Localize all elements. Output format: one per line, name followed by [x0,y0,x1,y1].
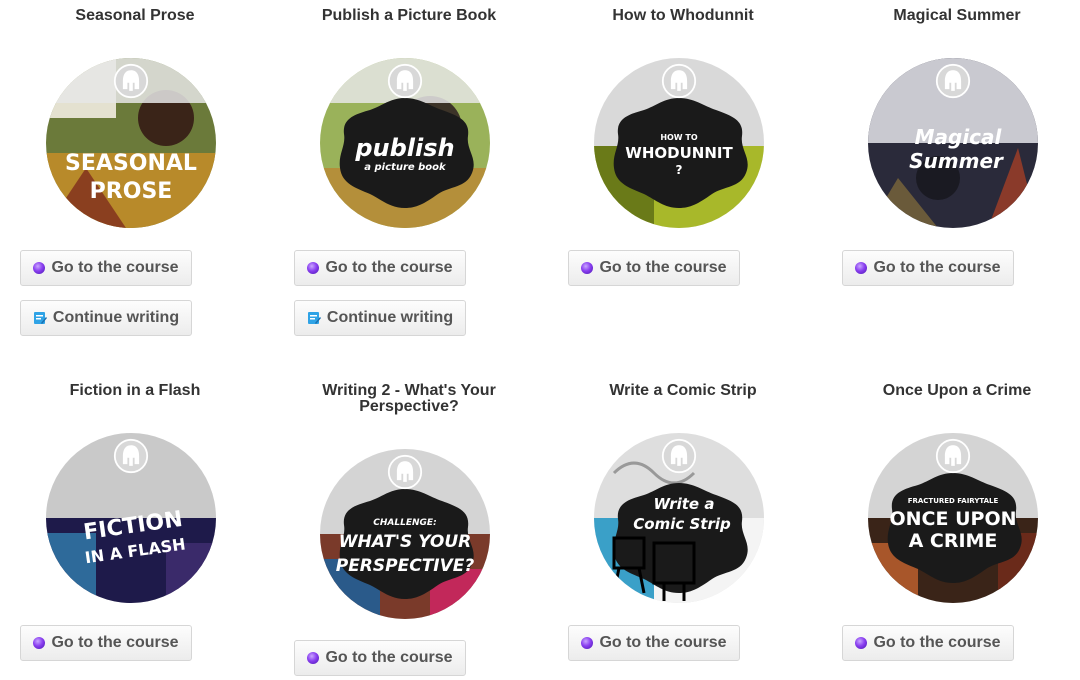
course-badge[interactable]: CHALLENGE: WHAT'S YOUR PERSPECTIVE? [320,449,490,619]
badge-art-text: Summer [909,149,1004,173]
go-to-course-button[interactable]: Go to the course [20,625,192,661]
course-title: Publish a Picture Book [321,7,497,24]
badge-art-text: A CRIME [909,530,998,552]
badge-art-text: Comic Strip [633,515,731,533]
badge-art-text: FRACTURED FAIRYTALE [908,497,999,505]
helmet-icon [387,63,423,99]
badge-art-text: publish [354,134,454,162]
go-to-course-button[interactable]: Go to the course [294,250,466,286]
course-badge[interactable]: SEASONAL PROSE [46,58,216,228]
course-title: Write a Comic Strip [609,382,757,399]
button-label: Go to the course [51,634,179,651]
badge-art-text: a picture book [364,162,447,173]
purple-orb-icon [581,262,594,274]
course-card-whats-your-perspective: Writing 2 - What's Your Perspective? CHA… [294,382,524,676]
button-label: Go to the course [873,634,1001,651]
course-badge[interactable]: Write a Comic Strip [594,433,764,603]
badge-art-text: HOW TO [660,133,698,142]
helmet-icon [935,438,971,474]
course-card-once-upon-a-crime: Once Upon a Crime FRACTURED FAIRYTALE ON… [842,382,1072,661]
button-label: Go to the course [873,259,1001,276]
course-card-write-a-comic-strip: Write a Comic Strip Write a Comic Strip … [568,382,798,661]
badge-art-text: Write a [654,495,715,513]
course-title-line1: Writing 2 - What's Your [322,382,496,399]
badge-art-text: WHODUNNIT [625,144,733,162]
button-label: Go to the course [51,259,179,276]
course-title-line2: Perspective? [359,398,459,415]
badge-art-text: CHALLENGE: [373,518,436,528]
button-label: Continue writing [326,309,454,326]
course-badge[interactable]: FRACTURED FAIRYTALE ONCE UPON A CRIME [868,433,1038,603]
helmet-icon [935,63,971,99]
course-title: Seasonal Prose [75,7,195,24]
button-label: Continue writing [52,309,180,326]
go-to-course-button[interactable]: Go to the course [842,625,1014,661]
button-label: Go to the course [599,259,727,276]
helmet-icon [113,438,149,474]
purple-orb-icon [307,262,320,274]
go-to-course-button[interactable]: Go to the course [568,625,740,661]
course-card-publish-picture-book: Publish a Picture Book publish a picture… [294,7,524,336]
course-title: Fiction in a Flash [69,382,201,399]
badge-art-text: PERSPECTIVE? [336,556,475,576]
course-badge[interactable]: FICTION IN A FLASH [46,433,216,603]
course-title: Magical Summer [893,7,1021,24]
course-card-fiction-in-a-flash: Fiction in a Flash FICTION IN A FLASH Go… [20,382,250,661]
button-label: Go to the course [599,634,727,651]
go-to-course-button[interactable]: Go to the course [20,250,192,286]
course-card-how-to-whodunnit: How to Whodunnit HOW TO WHODUNNIT ? Go t… [568,7,798,286]
purple-orb-icon [307,652,320,664]
badge-art-text: ? [676,163,683,177]
badge-art-text: Magical [915,125,1003,149]
go-to-course-button[interactable]: Go to the course [294,640,466,676]
go-to-course-button[interactable]: Go to the course [842,250,1014,286]
purple-orb-icon [33,262,46,274]
pencil-note-icon [33,312,47,324]
pencil-note-icon [307,312,321,324]
course-card-magical-summer: Magical Summer Magical Summer Go to the … [842,7,1072,286]
helmet-icon [661,438,697,474]
purple-orb-icon [33,637,46,649]
helmet-icon [387,454,423,490]
purple-orb-icon [855,262,868,274]
course-card-seasonal-prose: Seasonal Prose SEASONAL PROSE Go to the … [20,7,250,336]
purple-orb-icon [581,637,594,649]
badge-art-text: ONCE UPON [890,508,1017,530]
helmet-icon [661,63,697,99]
helmet-icon [113,63,149,99]
badge-art-text: WHAT'S YOUR [339,532,472,552]
course-badge[interactable]: publish a picture book [320,58,490,228]
button-label: Go to the course [325,259,453,276]
continue-writing-button[interactable]: Continue writing [294,300,466,336]
course-title: Once Upon a Crime [882,382,1032,399]
badge-art-text: SEASONAL [65,151,197,176]
course-badge[interactable]: Magical Summer [868,58,1038,228]
course-title: How to Whodunnit [612,7,754,24]
continue-writing-button[interactable]: Continue writing [20,300,192,336]
badge-art-text: PROSE [90,179,173,204]
purple-orb-icon [855,637,868,649]
course-badge[interactable]: HOW TO WHODUNNIT ? [594,58,764,228]
button-label: Go to the course [325,649,453,666]
go-to-course-button[interactable]: Go to the course [568,250,740,286]
